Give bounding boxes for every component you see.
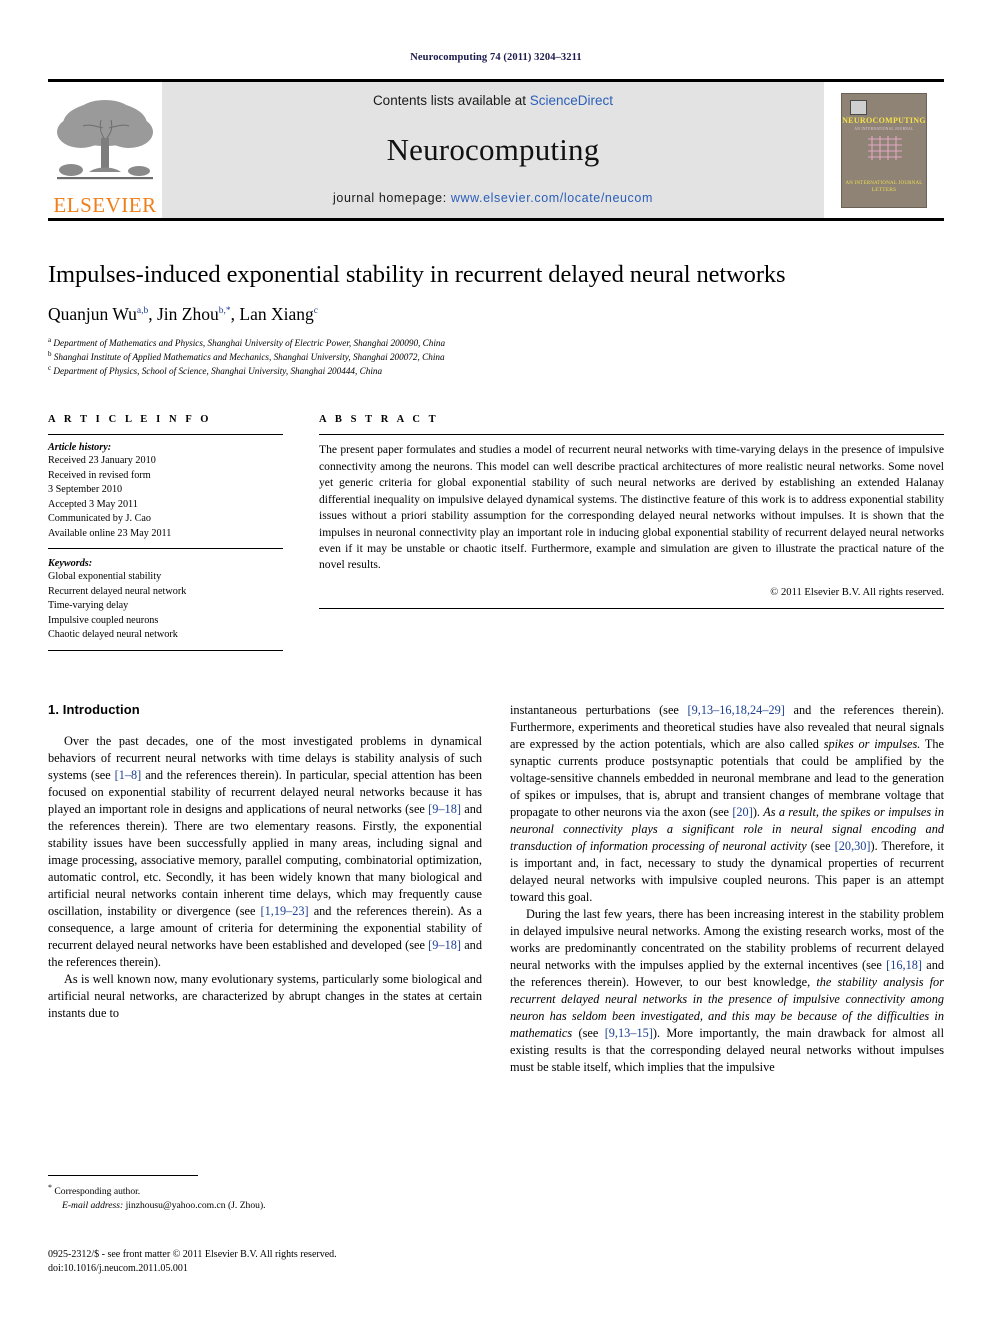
paragraph: During the last few years, there has bee… <box>510 906 944 1074</box>
keyword-item: Chaotic delayed neural network <box>48 629 178 641</box>
affiliation-mark: b <box>48 350 52 359</box>
abstract-column: A B S T R A C T The present paper formul… <box>319 414 944 657</box>
journal-homepage-line: journal homepage: www.elsevier.com/locat… <box>333 191 653 205</box>
affiliation-item: b Shanghai Institute of Applied Mathemat… <box>48 350 944 364</box>
abstract-copyright: © 2011 Elsevier B.V. All rights reserved… <box>770 586 944 598</box>
article-history-item: Received in revised form <box>48 469 151 481</box>
affiliation-text: Department of Physics, School of Science… <box>53 366 383 377</box>
author-name: Jin Zhou <box>157 303 219 324</box>
running-head: Neurocomputing 74 (2011) 3204–3211 <box>410 52 582 63</box>
abstract-text: The present paper formulates and studies… <box>319 443 944 572</box>
author-affiliation-mark[interactable]: b,* <box>219 306 231 316</box>
footnote-rule <box>48 1175 198 1176</box>
section-title-introduction: 1. Introduction <box>48 701 140 717</box>
author-name: Quanjun Wu <box>48 303 137 324</box>
imprint-block: 0925-2312/$ - see front matter © 2011 El… <box>48 1248 478 1276</box>
author-list: Quanjun Wua,b, Jin Zhoub,*, Lan Xiangc <box>48 303 318 324</box>
cover-footer-line1: AN INTERNATIONAL JOURNAL <box>845 180 923 186</box>
footnote-block: * Corresponding author. E-mail address: … <box>48 1175 463 1212</box>
divider <box>48 649 283 651</box>
email-note: E-mail address: jinzhousu@yahoo.com.cn (… <box>48 1199 463 1212</box>
corresponding-author-note: * Corresponding author. <box>48 1182 463 1199</box>
article-history-item: Accepted 3 May 2011 <box>48 498 138 510</box>
title-block: Impulses-induced exponential stability i… <box>48 261 944 378</box>
abstract-heading: A B S T R A C T <box>319 414 439 426</box>
body-columns: 1. Introduction Over the past decades, o… <box>48 702 944 1076</box>
asterisk-icon: * <box>48 1183 52 1192</box>
masthead-center: Contents lists available at ScienceDirec… <box>162 82 824 218</box>
affiliation-mark: a <box>48 335 52 344</box>
article-info-column: A R T I C L E I N F O Article history: R… <box>48 414 283 657</box>
elsevier-logo: ELSEVIER <box>48 82 162 218</box>
author-affiliation-mark: a,b <box>136 306 149 317</box>
body-column-left: 1. Introduction Over the past decades, o… <box>48 702 482 1076</box>
article-history-item: Received 23 January 2010 <box>48 455 156 467</box>
affiliation-item: a Department of Mathematics and Physics,… <box>48 336 944 350</box>
journal-title: Neurocomputing <box>386 131 600 167</box>
journal-cover-thumbnail: NEUROCOMPUTING AN INTERNATIONAL JOURNAL … <box>824 82 944 218</box>
affiliation-text: Shanghai Institute of Applied Mathematic… <box>53 352 445 363</box>
cover-art: NEUROCOMPUTING AN INTERNATIONAL JOURNAL … <box>841 92 927 208</box>
affiliation-item: c Department of Physics, School of Scien… <box>48 364 944 378</box>
cover-logo-icon <box>850 99 867 115</box>
author-name: Lan Xiang <box>239 303 314 324</box>
affiliation-list: a Department of Mathematics and Physics,… <box>48 336 944 378</box>
issn-copyright-line: 0925-2312/$ - see front matter © 2011 El… <box>48 1249 337 1260</box>
affiliation-text: Department of Mathematics and Physics, S… <box>53 337 446 348</box>
article-history-item: Communicated by J. Cao <box>48 513 151 525</box>
keywords-label: Keywords: <box>48 558 93 570</box>
contents-prefix: Contents lists available at <box>372 93 530 108</box>
journal-article-page: Neurocomputing 74 (2011) 3204–3211 ELSEV… <box>0 0 992 1323</box>
cover-title: NEUROCOMPUTING <box>842 115 926 125</box>
keyword-item: Recurrent delayed neural network <box>48 585 187 597</box>
divider <box>48 548 283 550</box>
paper-title: Impulses-induced exponential stability i… <box>48 261 786 288</box>
paragraph: Over the past decades, one of the most i… <box>48 733 483 969</box>
elsevier-tree-icon <box>57 100 153 180</box>
cover-subtitle: AN INTERNATIONAL JOURNAL <box>854 126 914 131</box>
author-affiliation-mark: c <box>313 306 318 317</box>
email-label: E-mail address: <box>62 1199 124 1211</box>
keyword-item: Time-varying delay <box>48 600 129 612</box>
cover-footer-line2: LETTERS <box>871 186 897 193</box>
cover-grid-graphic <box>868 135 902 160</box>
divider <box>319 434 944 436</box>
elsevier-wordmark: ELSEVIER <box>53 193 157 217</box>
journal-homepage-link[interactable]: www.elsevier.com/locate/neucom <box>451 191 653 205</box>
email-address[interactable]: jinzhousu@yahoo.com.cn (J. Zhou). <box>126 1200 266 1211</box>
divider <box>319 607 944 609</box>
info-abstract-region: A R T I C L E I N F O Article history: R… <box>48 414 944 657</box>
affiliation-mark: c <box>48 364 52 373</box>
article-history-item: 3 September 2010 <box>48 484 123 496</box>
corresponding-author-text: Corresponding author. <box>54 1186 141 1198</box>
paragraph: As is well known now, many evolutionary … <box>48 971 482 1020</box>
body-column-right: instantaneous perturbations (see [9,13–1… <box>510 702 944 1076</box>
contents-available-line: Contents lists available at ScienceDirec… <box>373 93 613 108</box>
keyword-item: Impulsive coupled neurons <box>48 614 159 626</box>
journal-masthead: ELSEVIER Contents lists available at Sci… <box>48 79 944 221</box>
doi-line[interactable]: doi:10.1016/j.neucom.2011.05.001 <box>48 1262 478 1276</box>
article-history-label: Article history: <box>48 442 112 454</box>
sciencedirect-link[interactable]: ScienceDirect <box>530 93 613 108</box>
paragraph: instantaneous perturbations (see [9,13–1… <box>510 702 944 904</box>
article-info-heading: A R T I C L E I N F O <box>48 414 212 426</box>
homepage-prefix: journal homepage: <box>333 191 451 205</box>
keyword-item: Global exponential stability <box>48 571 162 583</box>
article-history-item: Available online 23 May 2011 <box>48 527 172 539</box>
divider <box>48 434 283 436</box>
